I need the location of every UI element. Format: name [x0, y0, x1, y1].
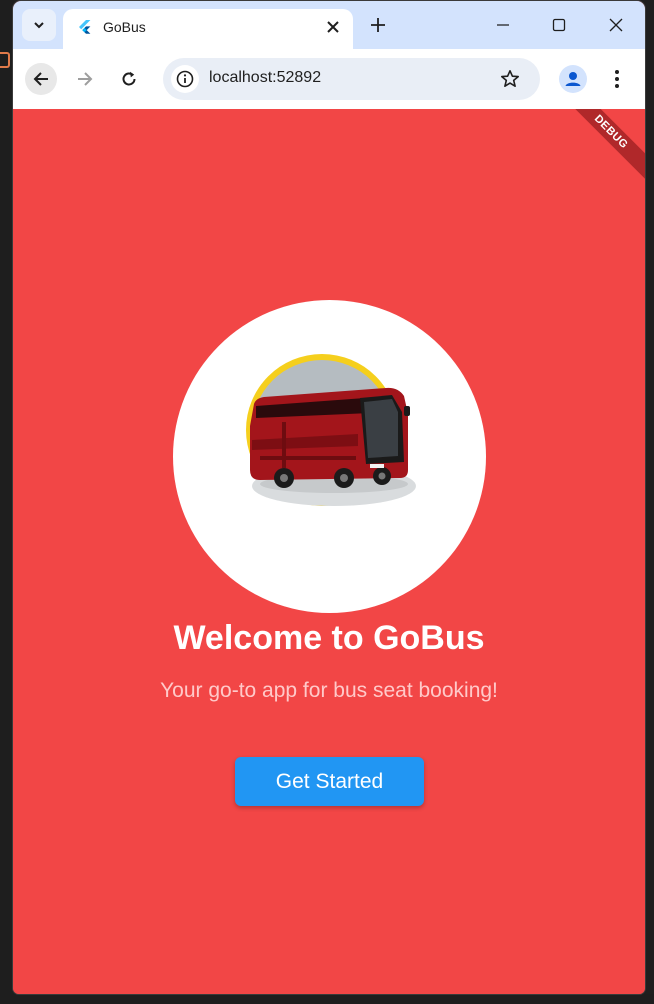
- close-icon: [327, 21, 339, 33]
- star-icon: [501, 70, 519, 87]
- arrow-right-icon: [78, 72, 93, 86]
- reload-icon: [122, 71, 136, 86]
- get-started-button[interactable]: Get Started: [235, 757, 424, 806]
- tab-title: GoBus: [103, 19, 146, 35]
- reload-button[interactable]: [113, 63, 145, 95]
- logo-circle: [173, 300, 486, 613]
- chevron-down-icon: [34, 22, 44, 29]
- tab-search-button[interactable]: [22, 9, 56, 41]
- browser-window: GoBus localhost:52892 DEBUG Welcome to G…: [13, 1, 645, 994]
- app-viewport: DEBUG Welcome to GoBus Your go-to app fo…: [13, 109, 645, 994]
- browser-menu-button[interactable]: [605, 65, 629, 93]
- background-editor-edge: [0, 0, 14, 1004]
- site-info-button[interactable]: [171, 65, 199, 93]
- url-text: localhost:52892: [209, 69, 322, 86]
- kebab-menu-icon: [615, 70, 619, 88]
- back-button[interactable]: [25, 63, 57, 95]
- address-bar[interactable]: localhost:52892: [163, 58, 540, 100]
- person-icon: [565, 72, 581, 86]
- profile-button[interactable]: [559, 65, 587, 93]
- minimize-button[interactable]: [489, 11, 517, 39]
- tab-close-button[interactable]: [323, 17, 343, 37]
- info-icon: [176, 70, 194, 88]
- browser-toolbar: localhost:52892: [13, 49, 645, 109]
- debug-banner: DEBUG: [555, 109, 645, 188]
- new-tab-button[interactable]: [366, 13, 390, 37]
- welcome-subtitle: Your go-to app for bus seat booking!: [160, 679, 498, 702]
- bus-logo-icon: [246, 354, 416, 506]
- close-window-button[interactable]: [602, 11, 630, 39]
- plus-icon: [371, 18, 385, 32]
- arrow-left-icon: [33, 72, 48, 86]
- flutter-icon: [79, 20, 91, 34]
- minimize-icon: [497, 24, 509, 26]
- welcome-title: Welcome to GoBus: [173, 619, 485, 657]
- tab-bar: GoBus: [13, 1, 645, 49]
- background-editor-marker: [0, 52, 10, 68]
- forward-button[interactable]: [69, 63, 101, 95]
- maximize-icon: [552, 18, 566, 32]
- close-icon: [609, 18, 623, 32]
- bookmark-button[interactable]: [498, 67, 522, 91]
- background-status-bar: [0, 994, 654, 1004]
- tab-gobus[interactable]: GoBus: [63, 9, 353, 49]
- maximize-button[interactable]: [545, 11, 573, 39]
